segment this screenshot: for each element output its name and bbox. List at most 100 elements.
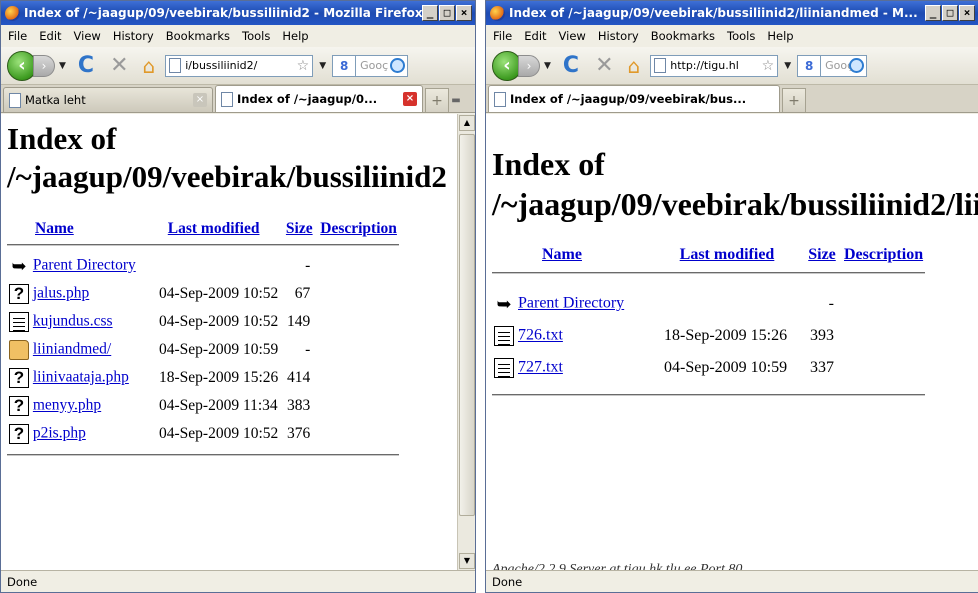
modified-cell: 04-Sep-2009 11:34 [159,397,278,414]
firefox-icon [490,5,505,21]
menu-history[interactable]: History [110,29,163,43]
maximize-button[interactable]: □ [942,5,958,21]
status-bar: Done [486,570,978,592]
divider [7,454,399,456]
sort-by-size-link[interactable]: Size [808,246,836,263]
unknown-file-icon: ? [9,284,29,304]
modified-cell: 04-Sep-2009 10:52 [159,285,279,302]
url-bar[interactable]: http://tigu.hl ☆ [650,54,779,77]
divider [7,244,399,246]
title-bar[interactable]: Index of /~jaagup/09/veebirak/bussiliini… [1,1,475,25]
tab-index-of[interactable]: Index of /~jaagup/0... × [215,85,423,112]
file-link[interactable]: 727.txt [518,359,563,376]
close-button[interactable]: × [959,5,975,21]
tab-close-icon[interactable]: × [403,92,417,106]
title-bar[interactable]: Index of /~jaagup/09/veebirak/bussiliini… [486,1,978,25]
stop-icon[interactable]: ✕ [110,53,128,78]
file-link[interactable]: menyy.php [33,397,101,414]
search-icon[interactable] [390,57,406,73]
new-tab-button[interactable]: + [782,88,806,112]
sort-by-modified-link[interactable]: Last modified [168,220,260,237]
star-icon[interactable]: ☆ [297,58,310,74]
tab-close-icon[interactable]: × [193,93,207,107]
history-dropdown-icon[interactable]: ▼ [59,61,66,71]
sort-by-name-link[interactable]: Name [35,220,74,237]
search-input[interactable]: Gooç [356,54,409,77]
menu-edit[interactable]: Edit [521,29,555,43]
folder-link[interactable]: liiniandmed/ [33,341,111,358]
vertical-scrollbar[interactable]: ▲ ▼ [457,114,475,570]
divider [492,272,926,274]
sort-by-name-link[interactable]: Name [542,246,582,263]
file-link[interactable]: p2is.php [33,425,86,442]
maximize-button[interactable]: □ [439,5,455,21]
menu-file[interactable]: File [5,29,36,43]
menu-bookmarks[interactable]: Bookmarks [163,29,239,43]
menu-help[interactable]: Help [279,29,317,43]
menu-help[interactable]: Help [764,29,802,43]
reload-icon[interactable]: C [563,53,579,78]
history-dropdown-icon[interactable]: ▼ [544,61,551,71]
url-dropdown-icon[interactable]: ▼ [784,61,791,71]
sort-by-size-link[interactable]: Size [286,220,313,237]
tab-label: Matka leht [25,93,86,107]
text-file-icon [9,312,29,332]
table-row: 726.txt 18-Sep-2009 15:26 393 [492,318,925,350]
sort-by-modified-link[interactable]: Last modified [680,246,775,263]
stop-icon[interactable]: ✕ [595,53,613,78]
scroll-thumb[interactable] [459,134,475,516]
minimize-button[interactable]: _ [422,5,438,21]
sort-by-description-link[interactable]: Description [320,220,397,237]
star-icon[interactable]: ☆ [762,58,775,74]
tab-matka-leht[interactable]: Matka leht × [3,87,213,112]
window-title: Index of /~jaagup/09/veebirak/bussiliini… [24,6,422,20]
home-icon[interactable]: ⌂ [143,54,156,78]
sort-by-description-link[interactable]: Description [844,246,923,263]
scroll-up-icon[interactable]: ▲ [459,115,475,131]
search-icon[interactable] [849,57,865,73]
server-signature: Apache/2.2.9 Server at tigu.hk.tlu.ee Po… [492,562,743,570]
menu-history[interactable]: History [595,29,648,43]
search-placeholder: Gooç [360,59,389,72]
menu-bookmarks[interactable]: Bookmarks [648,29,724,43]
menu-bar: File Edit View History Bookmarks Tools H… [486,25,978,47]
scroll-down-icon[interactable]: ▼ [459,553,475,569]
reload-icon[interactable]: C [78,53,94,78]
table-row: kujundus.css 04-Sep-2009 10:52 149 [7,308,399,336]
file-link[interactable]: jalus.php [33,285,89,302]
menu-edit[interactable]: Edit [36,29,70,43]
url-dropdown-icon[interactable]: ▼ [319,61,326,71]
page-icon [221,91,233,107]
close-button[interactable]: × [456,5,472,21]
home-icon[interactable]: ⌂ [628,54,641,78]
tab-label: Index of /~jaagup/0... [237,92,378,106]
navigation-toolbar: ‹ › ▼ C ✕ ⌂ i/bussiliinid2/ ☆ ▼ 8 Gooç [1,47,475,85]
menu-tools[interactable]: Tools [724,29,764,43]
file-link[interactable]: 726.txt [518,327,563,344]
minimize-button[interactable]: _ [925,5,941,21]
parent-directory-link[interactable]: Parent Directory [33,257,136,274]
url-bar[interactable]: i/bussiliinid2/ ☆ [165,54,314,77]
search-engine-icon[interactable]: 8 [332,54,357,77]
forward-button[interactable]: › [33,54,55,77]
menu-view[interactable]: View [71,29,110,43]
folder-icon [9,340,29,360]
menu-file[interactable]: File [490,29,521,43]
table-row: ? liinivaataja.php 18-Sep-2009 15:26 414 [7,364,399,392]
size-cell: - [305,257,311,274]
parent-directory-link[interactable]: Parent Directory [518,295,624,312]
modified-cell: 18-Sep-2009 15:26 [159,369,279,386]
modified-cell [147,252,280,280]
listing-header-row: Name Last modified Size Description [7,220,399,238]
search-input[interactable]: Gooç [821,54,868,77]
file-link[interactable]: kujundus.css [33,313,113,330]
url-text: i/bussiliinid2/ [185,59,258,72]
new-tab-button[interactable]: + [425,88,449,112]
menu-tools[interactable]: Tools [239,29,279,43]
tab-list-dropdown-icon[interactable]: ▬ [449,88,463,112]
forward-button[interactable]: › [518,54,540,77]
menu-view[interactable]: View [556,29,595,43]
search-engine-icon[interactable]: 8 [797,54,822,77]
tab-index-of[interactable]: Index of /~jaagup/09/veebirak/bus... [488,85,780,112]
file-link[interactable]: liinivaataja.php [33,369,129,386]
